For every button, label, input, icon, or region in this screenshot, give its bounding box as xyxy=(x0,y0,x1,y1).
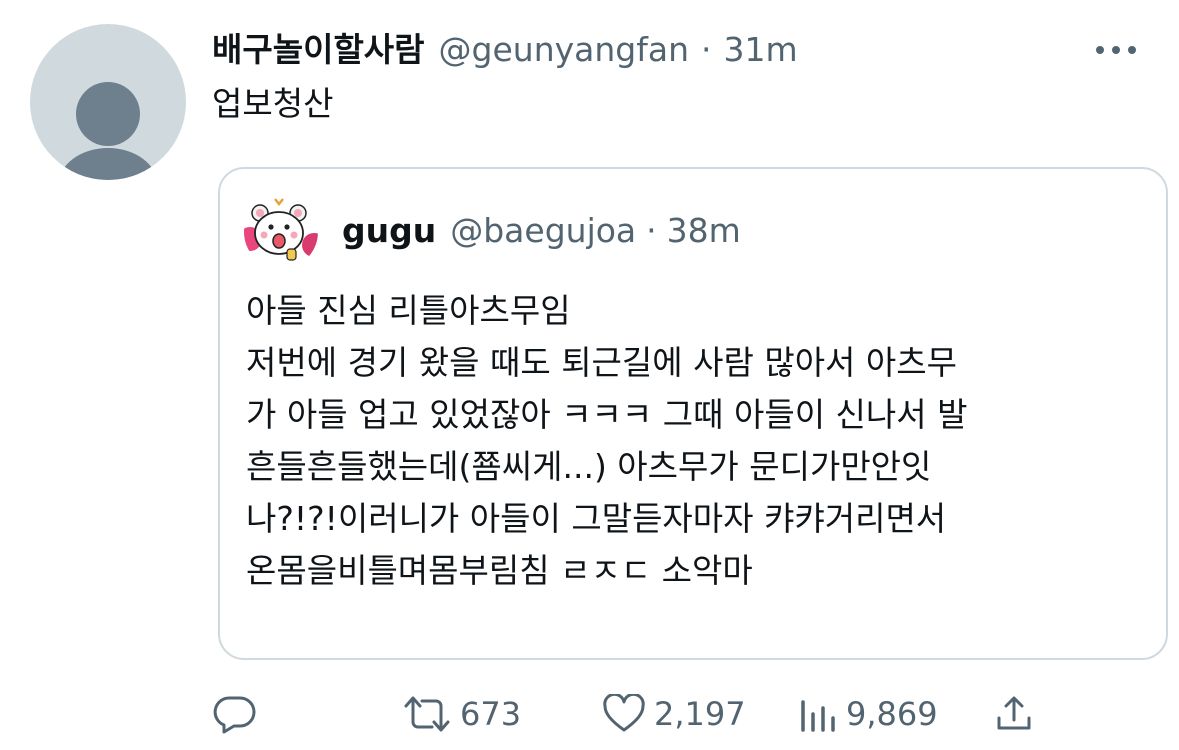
more-options-button[interactable] xyxy=(1096,38,1136,62)
quoted-text-line: 가 아들 업고 있었잖아 ㅋㅋㅋ 그때 아들이 신나서 발 xyxy=(246,395,968,434)
quoted-text-line: 흔들흔들했는데(쬼씨게...) 아츠무가 문디가만안잇 xyxy=(246,447,932,486)
views-chart-icon xyxy=(801,700,835,732)
tweet-time[interactable]: 31m xyxy=(723,24,797,76)
more-horizontal-icon xyxy=(1096,46,1104,54)
user-avatar[interactable] xyxy=(30,24,186,180)
quoted-user-handle[interactable]: @baegujoa xyxy=(450,205,636,257)
display-name[interactable]: 배구놀이할사람 xyxy=(212,24,425,76)
tweet-header: 배구놀이할사람 @geunyangfan · 31m xyxy=(212,24,798,76)
quoted-text-line: 아들 진심 리틀아츠무임 xyxy=(246,291,571,330)
share-icon xyxy=(997,696,1031,730)
quoted-text-line: 저번에 경기 왔을 때도 퇴근길에 사람 많아서 아츠무 xyxy=(246,343,957,382)
tweet-action-bar: 673 2,197 9,869 xyxy=(212,686,1072,742)
more-horizontal-icon xyxy=(1128,46,1136,54)
views-count: 9,869 xyxy=(846,695,938,733)
quoted-user-avatar[interactable] xyxy=(244,195,318,269)
reply-icon xyxy=(213,696,256,734)
more-horizontal-icon xyxy=(1112,46,1120,54)
heart-icon xyxy=(603,694,645,732)
like-button[interactable]: 2,197 xyxy=(602,686,746,742)
separator-dot: · xyxy=(700,30,712,69)
retweet-icon xyxy=(404,696,450,732)
like-count: 2,197 xyxy=(654,695,746,733)
user-handle[interactable]: @geunyangfan xyxy=(439,24,689,76)
quoted-tweet-header: gugu @baegujoa · 38m xyxy=(342,205,741,257)
views-button[interactable]: 9,869 xyxy=(798,686,938,742)
quoted-display-name[interactable]: gugu xyxy=(342,205,436,257)
quoted-text-line: 온몸을비틀며몸부림침 ㄹㅈㄷ 소악마 xyxy=(246,551,753,590)
quoted-tweet-text: 아들 진심 리틀아츠무임 저번에 경기 왔을 때도 퇴근길에 사람 많아서 아츠… xyxy=(246,285,1146,597)
tweet-text: 업보청산 xyxy=(212,84,334,123)
quoted-text-line: 나?!?!이러니가 아들이 그말듣자마자 캬캬거리면서 xyxy=(246,499,947,538)
default-profile-icon xyxy=(58,82,158,180)
reply-button[interactable] xyxy=(212,686,258,742)
bear-avatar-icon xyxy=(244,195,318,269)
retweet-count: 673 xyxy=(460,695,522,733)
share-button[interactable] xyxy=(994,686,1034,742)
quoted-tweet-time[interactable]: 38m xyxy=(667,205,741,257)
separator-dot: · xyxy=(646,211,657,250)
retweet-button[interactable]: 673 xyxy=(402,686,521,742)
quoted-tweet[interactable]: gugu @baegujoa · 38m 아들 진심 리틀아츠무임 저번에 경기… xyxy=(218,167,1168,660)
